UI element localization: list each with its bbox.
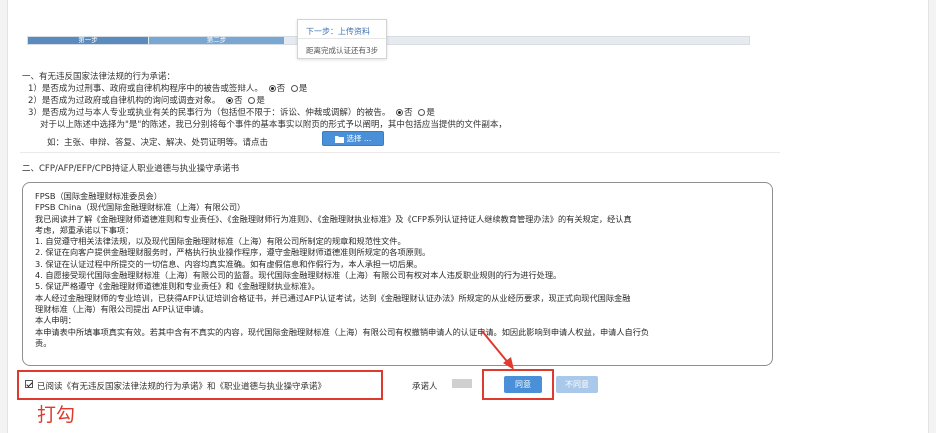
tooltip-title: 下一步：上传资料: [306, 27, 370, 36]
section-divider: [20, 152, 780, 153]
q2-radio-no[interactable]: [226, 97, 234, 104]
q1-label-yes: 是: [298, 84, 308, 94]
agreement-line: 3. 保证在认证过程中所提交的一切信息、内容均真实准确。如有虚假信息和作假行为，…: [35, 258, 423, 269]
agreement-textbox[interactable]: FPSB（国际金融理财标准委员会） FPSB China（现代国际金融理财标准（…: [22, 182, 773, 366]
question-1: 1）是否成为过刑事、政府或自律机构程序中的被告或签辩人。 否 是: [28, 82, 307, 94]
agreement-line: 本人经过金融理财师的专业培训，已获得AFP认证培训合格证书，并已通过AFP认证考…: [35, 292, 631, 303]
progress-bar: 第一步 第二步: [27, 36, 750, 45]
agreement-line: 本人申明：: [35, 315, 76, 326]
q1-radio-yes[interactable]: [290, 85, 298, 92]
q3-label-no: 否: [404, 108, 413, 118]
section1-example: 如：主张、申辩、答复、决定、解决、处罚证明等。请点击: [47, 138, 269, 148]
tooltip-body: 距离完成认证还有3步: [306, 46, 379, 55]
disagree-button[interactable]: 不同意: [556, 376, 598, 393]
question-2: 2）是否成为过政府或自律机构的询问或调查对象。 否 是: [28, 94, 265, 106]
agree-button[interactable]: 同意: [504, 376, 542, 393]
annotation-text: 打勾: [37, 404, 76, 426]
folder-open-icon: [334, 136, 344, 143]
tooltip-divider: [298, 38, 386, 39]
arrow-annotation-icon: [481, 330, 514, 370]
q1-label-no: 否: [276, 84, 286, 94]
q2-label-yes: 是: [256, 96, 265, 106]
next-step-tooltip: 下一步：上传资料 距离完成认证还有3步: [297, 19, 387, 59]
agreement-line: 考虑，郑重承诺以下事项：: [35, 224, 134, 235]
choose-file-button[interactable]: 选择 …: [322, 131, 384, 146]
annotation-highlight-checkbox: [17, 370, 383, 400]
agreement-line: 我已阅读并了解《金融理财师道德准则和专业责任》、《金融理财师行为准则》、《金融理…: [35, 213, 632, 224]
section2-heading: 二、CFP/AFP/EFP/CPB持证人职业道德与执业操守承诺书: [22, 164, 240, 174]
question-3: 3）是否成为过与本人专业或执业有关的民事行为（包括但不限于：诉讼、仲裁或调解）的…: [28, 106, 435, 118]
agreement-line: 2. 保证在向客户提供金融理财服务时，严格执行执业操作程序，遵守金融理财师道德准…: [35, 247, 431, 258]
agreement-line: 4. 自愿接受现代国际金融理财标准（上海）有限公司的监督。现代国际金融理财标准（…: [35, 270, 562, 281]
question-2-text: 2）是否成为过政府或自律机构的询问或调查对象。: [28, 96, 221, 106]
signer-label: 承诺人: [412, 382, 438, 392]
q3-radio-yes[interactable]: [418, 109, 426, 116]
question-1-text: 1）是否成为过刑事、政府或自律机构程序中的被告或签辩人。: [28, 84, 263, 94]
q2-radio-yes[interactable]: [248, 97, 256, 104]
agreement-line: 责。: [35, 337, 52, 348]
agreement-line: 理财标准（上海）有限公司提出 AFP认证申请。: [35, 303, 209, 314]
agreement-line: 5. 保证严格遵守《金融理财师道德准则和专业责任》和《金融理财执业标准》。: [35, 281, 320, 292]
q3-label-yes: 是: [426, 108, 435, 118]
choose-file-label: 选择 …: [346, 134, 372, 143]
progress-step-2: 第二步: [149, 37, 284, 44]
signer-name-field: [452, 379, 472, 388]
agreement-line: 本申请表中所填事项真实有效。若其中含有不真实的内容，现代国际金融理财标准（上海）…: [35, 326, 650, 337]
q3-radio-no[interactable]: [396, 109, 404, 116]
progress-step-1: 第一步: [28, 37, 148, 44]
q2-label-no: 否: [234, 96, 243, 106]
right-frame: [928, 0, 936, 433]
left-frame: [0, 0, 8, 433]
q1-radio-no[interactable]: [268, 85, 276, 92]
agreement-line: FPSB（国际金融理财标准委员会）: [35, 191, 162, 201]
agreement-line: FPSB China（现代国际金融理财标准（上海）有限公司）: [35, 202, 246, 213]
section1-heading: 一、有无违反国家法律法规的行为承诺：: [22, 72, 176, 82]
section1-note: 对于以上陈述中选择为"是"的陈述，我已分别将每个事件的基本事实以附页的形式予以阐…: [40, 120, 507, 130]
agreement-line: 1. 自觉遵守相关法律法规，以及现代国际金融理财标准（上海）有限公司所制定的规章…: [35, 236, 406, 247]
question-3-text: 3）是否成为过与本人专业或执业有关的民事行为（包括但不限于：诉讼、仲裁或调解）的…: [28, 108, 391, 118]
